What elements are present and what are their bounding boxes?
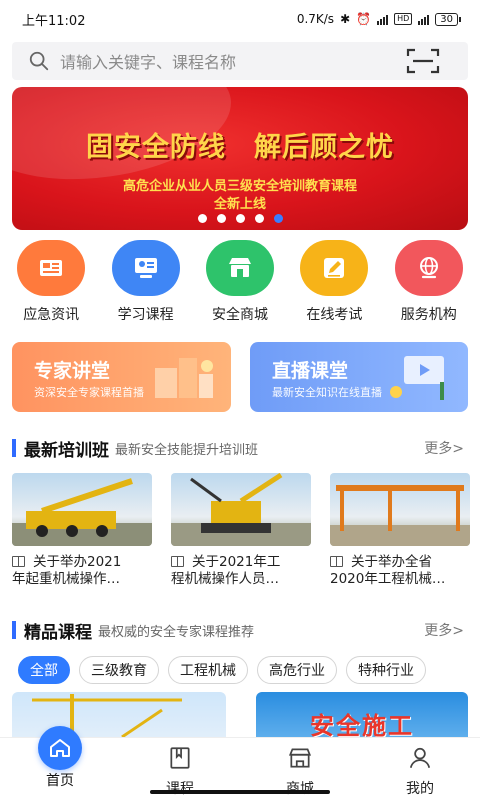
- section-subtitle: 最新安全技能提升培训班: [115, 442, 259, 458]
- globe-icon: [394, 240, 463, 296]
- quick-link-label: 在线考试: [306, 307, 363, 323]
- book-icon: [171, 556, 184, 567]
- home-icon: [38, 726, 82, 770]
- carousel-dot[interactable]: [235, 214, 245, 223]
- quick-link-label: 应急资讯: [23, 307, 80, 323]
- promo-subtitle: 最新安全知识在线直播: [272, 386, 382, 399]
- status-indicators: 0.7K/s ✱ ⏰ HD 30: [296, 12, 461, 26]
- training-card[interactable]: 关于举办2021 年起重机械操作…: [12, 473, 152, 588]
- section-marker: [12, 621, 16, 639]
- promo-banner[interactable]: 固安全防线 解后顾之忧 高危企业从业人员三级安全培训教育课程 全新上线: [12, 87, 468, 230]
- quick-link-exam[interactable]: 在线考试: [289, 240, 379, 324]
- status-time: 上午11:02: [22, 13, 86, 29]
- live-class-card[interactable]: 直播课堂 最新安全知识在线直播: [250, 342, 468, 412]
- carousel-dots: [12, 214, 468, 223]
- tab-label: 商城: [286, 781, 314, 797]
- hd-icon: HD: [394, 13, 413, 25]
- book-icon: [12, 556, 25, 567]
- tab-profile[interactable]: 我的: [360, 738, 480, 800]
- carousel-dot[interactable]: [197, 214, 207, 223]
- training-title-line2: 2020年工程机械…: [330, 571, 446, 587]
- training-title-line1: 关于举办2021: [33, 554, 122, 570]
- quick-link-news[interactable]: 应急资讯: [6, 240, 96, 324]
- status-bar: 上午11:02 0.7K/s ✱ ⏰ HD 30: [0, 0, 480, 38]
- carousel-dot[interactable]: [254, 214, 264, 223]
- preview-title: 安全施工: [310, 712, 414, 737]
- quick-link-label: 学习课程: [117, 307, 174, 323]
- promo-title: 专家讲堂: [34, 360, 111, 382]
- training-title: 关于举办全省 2020年工程机械…: [330, 554, 470, 588]
- search-bar[interactable]: 请输入关键字、课程名称: [12, 42, 468, 80]
- banner-tagline: 全新上线: [213, 197, 266, 212]
- featured-section-header: 精品课程 最权威的安全专家课程推荐 更多>: [0, 617, 480, 643]
- quick-link-store[interactable]: 安全商城: [195, 240, 285, 324]
- excavator-photo: [171, 473, 311, 546]
- alarm-icon: ⏰: [356, 12, 372, 26]
- study-icon: [111, 240, 180, 296]
- quick-link-courses[interactable]: 学习课程: [101, 240, 191, 324]
- tower-crane-illustration: [32, 694, 182, 737]
- promo-title: 直播课堂: [272, 360, 349, 382]
- tab-label: 首页: [46, 773, 74, 789]
- featured-more-link[interactable]: 更多>: [424, 620, 464, 640]
- quick-link-label: 安全商城: [211, 307, 268, 323]
- book-icon: [330, 556, 343, 567]
- carousel-dot-active[interactable]: [273, 214, 283, 223]
- section-marker: [12, 439, 16, 457]
- training-title-line1: 关于举办全省: [351, 554, 432, 570]
- expert-lecture-card[interactable]: 专家讲堂 资深安全专家课程首播: [12, 342, 231, 412]
- course-preview-card[interactable]: 安全施工: [256, 692, 468, 737]
- exam-icon: [300, 240, 369, 296]
- scan-icon[interactable]: [406, 47, 440, 75]
- promo-subtitle: 资深安全专家课程首播: [34, 386, 144, 399]
- tag-three-level[interactable]: 三级教育: [79, 656, 159, 684]
- training-more-link[interactable]: 更多>: [424, 438, 464, 458]
- tag-special[interactable]: 特种行业: [346, 656, 426, 684]
- tag-all[interactable]: 全部: [18, 656, 70, 684]
- live-screen-illustration: [390, 356, 444, 400]
- quick-links: 应急资讯 学习课程 安全商城 在线考试 服务机构: [0, 240, 480, 324]
- training-title: 关于举办2021 年起重机械操作…: [12, 554, 152, 588]
- carousel-dot[interactable]: [216, 214, 226, 223]
- section-title: 精品课程: [24, 622, 92, 643]
- home-indicator: [150, 790, 330, 794]
- news-icon: [17, 240, 86, 296]
- training-title: 关于2021年工 程机械操作人员…: [171, 554, 311, 588]
- training-card[interactable]: 关于举办全省 2020年工程机械…: [330, 473, 470, 588]
- section-title: 最新培训班: [24, 440, 109, 461]
- gantry-crane-photo: [330, 473, 470, 546]
- section-subtitle: 最权威的安全专家课程推荐: [98, 624, 255, 640]
- crane-photo: [12, 473, 152, 546]
- tab-label: 课程: [166, 781, 194, 797]
- bluetooth-icon: ✱: [340, 12, 351, 26]
- search-icon: [29, 51, 49, 71]
- banner-subtitle: 高危企业从业人员三级安全培训教育课程: [122, 179, 357, 194]
- training-title-line2: 程机械操作人员…: [171, 571, 279, 587]
- battery-icon: 30: [435, 12, 461, 26]
- shop-icon: [280, 738, 320, 778]
- store-icon: [205, 240, 274, 296]
- quick-link-agencies[interactable]: 服务机构: [384, 240, 474, 324]
- tag-high-risk[interactable]: 高危行业: [257, 656, 337, 684]
- banner-title: 固安全防线 解后顾之忧: [86, 132, 394, 163]
- signal-5g-icon: [418, 14, 430, 25]
- tab-home[interactable]: 首页: [0, 726, 120, 800]
- training-section-header: 最新培训班 最新安全技能提升培训班 更多>: [0, 435, 480, 461]
- training-card[interactable]: 关于2021年工 程机械操作人员…: [171, 473, 311, 588]
- search-input[interactable]: 请输入关键字、课程名称: [60, 49, 406, 73]
- category-tabs: 全部 三级教育 工程机械 高危行业 特种行业: [18, 656, 426, 684]
- book-icon: [160, 738, 200, 778]
- training-title-line1: 关于2021年工: [192, 554, 281, 570]
- quick-link-label: 服务机构: [400, 307, 457, 323]
- network-speed: 0.7K/s: [296, 12, 335, 26]
- training-title-line2: 年起重机械操作…: [12, 571, 120, 587]
- signal-3g-icon: [377, 14, 389, 25]
- tab-label: 我的: [406, 781, 434, 797]
- user-icon: [400, 738, 440, 778]
- building-illustration: [155, 358, 213, 398]
- tag-machinery[interactable]: 工程机械: [168, 656, 248, 684]
- course-preview-card[interactable]: [12, 692, 226, 737]
